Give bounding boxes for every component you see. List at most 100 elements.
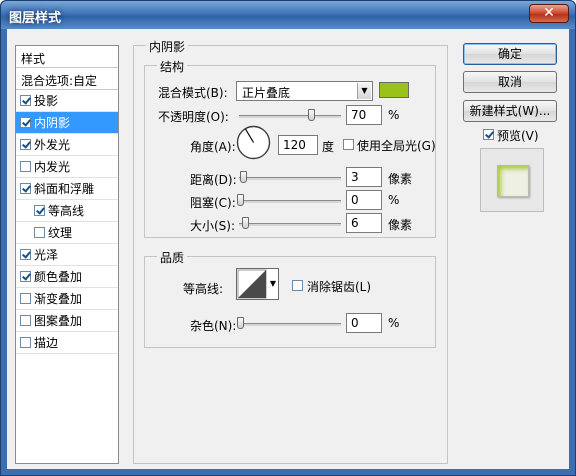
layer-style-dialog: 图层样式 ✕ 样式 混合选项:自定 投影 内阴影 外发光 内发光 斜面和浮雕 等高线 纹理光…: [0, 0, 576, 476]
angle-input[interactable]: 120: [278, 135, 318, 155]
blend-mode-value: 正片叠底: [242, 86, 291, 100]
global-light-label[interactable]: 使用全局光(G): [357, 137, 436, 154]
inner-shadow-title: 内阴影: [146, 38, 189, 55]
blend-mode-select[interactable]: 正片叠底 ▼: [236, 81, 373, 101]
style-item-checkbox[interactable]: [20, 337, 31, 348]
new-style-button[interactable]: 新建样式(W)...: [463, 100, 557, 122]
style-item-label: 颜色叠加: [34, 270, 83, 284]
ok-button[interactable]: 确定: [463, 43, 557, 65]
opacity-unit: %: [388, 108, 400, 122]
style-item-label: 等高线: [48, 204, 85, 218]
style-item-label: 内阴影: [34, 116, 71, 130]
style-item-label: 外发光: [34, 138, 71, 152]
distance-input[interactable]: 3: [346, 167, 382, 187]
style-items: 投影内阴影外发光内发光斜面和浮雕等高线纹理光泽颜色叠加渐变叠加图案叠加描边: [16, 90, 118, 354]
choke-unit: %: [388, 193, 400, 207]
style-item-1[interactable]: 内阴影: [16, 112, 118, 134]
opacity-slider-track[interactable]: [239, 115, 341, 118]
style-item-label: 内发光: [34, 160, 71, 174]
inner-shadow-panel: 内阴影 结构 混合模式(B): 正片叠底 ▼ 不透明度(O): 70 % 角度(…: [133, 38, 448, 464]
style-item-checkbox[interactable]: [20, 117, 31, 128]
angle-unit: 度: [322, 140, 335, 154]
contour-label: 等高线:: [183, 282, 224, 296]
shadow-color-swatch[interactable]: [379, 82, 409, 98]
choke-slider-thumb[interactable]: [237, 194, 244, 206]
blending-options-item[interactable]: 混合选项:自定: [16, 68, 118, 90]
opacity-slider-thumb[interactable]: [307, 109, 315, 121]
noise-label: 杂色(N):: [190, 319, 237, 333]
preview-label[interactable]: 预览(V): [497, 127, 539, 144]
noise-input[interactable]: 0: [346, 313, 382, 333]
style-item-label: 投影: [34, 94, 59, 108]
angle-dial[interactable]: [236, 125, 271, 160]
choke-input[interactable]: 0: [346, 190, 382, 210]
angle-label: 角度(A):: [190, 140, 236, 154]
blend-mode-label: 混合模式(B):: [158, 86, 228, 100]
preview-swatch: [497, 165, 529, 197]
style-item-checkbox[interactable]: [20, 139, 31, 150]
chevron-down-icon: ▼: [357, 83, 371, 99]
style-item-checkbox[interactable]: [20, 249, 31, 260]
size-unit: 像素: [388, 218, 413, 232]
style-item-label: 图案叠加: [34, 314, 83, 328]
distance-slider-thumb[interactable]: [240, 171, 247, 183]
title-bar[interactable]: 图层样式 ✕: [1, 1, 575, 29]
style-item-label: 斜面和浮雕: [34, 182, 95, 196]
style-item-checkbox[interactable]: [20, 183, 31, 194]
style-item-4[interactable]: 斜面和浮雕: [16, 178, 118, 200]
noise-unit: %: [388, 316, 400, 330]
choke-label: 阻塞(C):: [190, 196, 236, 210]
size-input[interactable]: 6: [346, 213, 382, 233]
style-item-label: 描边: [34, 336, 59, 350]
style-item-8[interactable]: 颜色叠加: [16, 266, 118, 288]
anti-alias-checkbox[interactable]: [292, 280, 303, 291]
contour-icon: [237, 269, 267, 299]
style-item-7[interactable]: 光泽: [16, 244, 118, 266]
style-item-6[interactable]: 纹理: [16, 222, 118, 244]
choke-slider-track[interactable]: [239, 200, 341, 203]
close-button[interactable]: ✕: [529, 4, 569, 23]
style-item-9[interactable]: 渐变叠加: [16, 288, 118, 310]
style-item-0[interactable]: 投影: [16, 90, 118, 112]
style-item-checkbox[interactable]: [20, 293, 31, 304]
style-item-2[interactable]: 外发光: [16, 134, 118, 156]
noise-slider-thumb[interactable]: [237, 317, 244, 329]
anti-alias-label[interactable]: 消除锯齿(L): [307, 278, 371, 295]
size-slider-track[interactable]: [239, 223, 341, 226]
style-item-checkbox[interactable]: [34, 227, 45, 238]
contour-picker[interactable]: ▼: [236, 268, 279, 300]
style-item-label: 光泽: [34, 248, 59, 262]
dialog-body: 样式 混合选项:自定 投影 内阴影 外发光 内发光 斜面和浮雕 等高线 纹理 光泽 颜色叠加 渐变…: [7, 29, 569, 469]
distance-unit: 像素: [388, 172, 413, 186]
style-list: 样式 混合选项:自定 投影内阴影外发光内发光斜面和浮雕等高线纹理光泽颜色叠加渐变…: [15, 45, 119, 464]
style-item-11[interactable]: 描边: [16, 332, 118, 354]
style-list-header[interactable]: 样式: [16, 46, 118, 68]
distance-label: 距离(D):: [190, 173, 237, 187]
size-label: 大小(S):: [190, 219, 236, 233]
style-item-checkbox[interactable]: [20, 271, 31, 282]
style-item-checkbox[interactable]: [20, 315, 31, 326]
distance-slider-track[interactable]: [239, 177, 341, 180]
opacity-label: 不透明度(O):: [158, 110, 229, 124]
style-item-5[interactable]: 等高线: [16, 200, 118, 222]
style-item-10[interactable]: 图案叠加: [16, 310, 118, 332]
quality-title: 品质: [157, 249, 188, 266]
size-slider-thumb[interactable]: [242, 217, 249, 229]
style-item-checkbox[interactable]: [20, 95, 31, 106]
window-title: 图层样式: [9, 11, 62, 26]
preview-thumbnail: [480, 148, 544, 212]
style-item-label: 纹理: [48, 226, 73, 240]
preview-checkbox[interactable]: [483, 129, 494, 140]
chevron-down-icon: ▼: [269, 279, 276, 288]
style-item-label: 渐变叠加: [34, 292, 83, 306]
style-item-checkbox[interactable]: [34, 205, 45, 216]
opacity-input[interactable]: 70: [346, 105, 382, 125]
quality-group: 品质 等高线: ▼ 消除锯齿(L) 杂色(N): 0 %: [144, 249, 436, 348]
cancel-button[interactable]: 取消: [463, 71, 557, 93]
style-item-3[interactable]: 内发光: [16, 156, 118, 178]
dial-icon: [236, 125, 271, 160]
structure-title: 结构: [157, 58, 188, 75]
noise-slider-track[interactable]: [239, 323, 341, 326]
style-item-checkbox[interactable]: [20, 161, 31, 172]
global-light-checkbox[interactable]: [343, 139, 354, 150]
